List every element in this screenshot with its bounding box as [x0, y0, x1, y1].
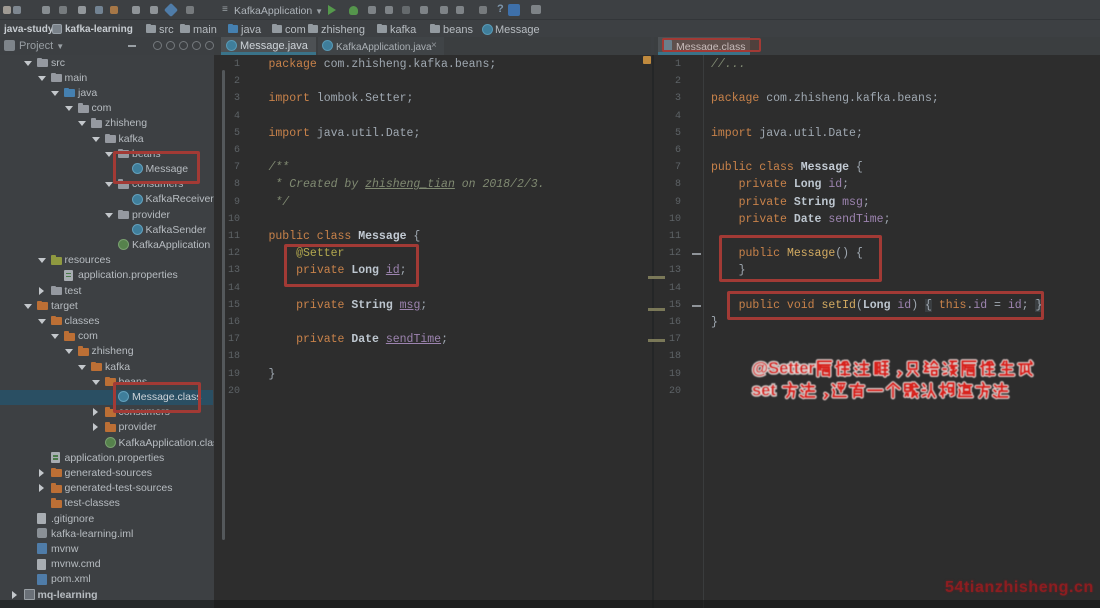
svg-text:@Setter: @Setter: [752, 360, 815, 378]
svg-text:set: set: [752, 382, 776, 400]
